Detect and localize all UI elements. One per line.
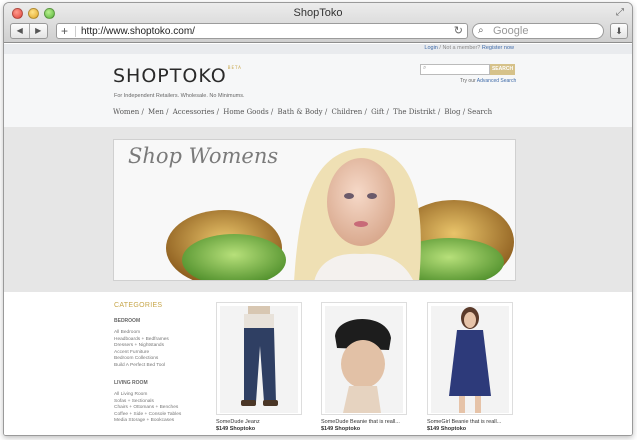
web-page: Login / Not a member? Register now SHOPT… bbox=[4, 44, 632, 435]
product-name[interactable]: SomeDude Beanie that is reall... bbox=[321, 419, 400, 425]
product-image[interactable] bbox=[325, 306, 403, 413]
categories-heading: CATEGORIES bbox=[114, 302, 163, 309]
category-link[interactable]: Chairs + Ottomans + Benches bbox=[114, 405, 181, 412]
living-room-list: All Living Room Sofas + Sectionals Chair… bbox=[114, 392, 181, 425]
address-bar[interactable]: + http://www.shoptoko.com/ ↻ bbox=[56, 23, 468, 39]
window-title: ShopToko bbox=[293, 7, 343, 19]
site-search-input[interactable]: ⌕ bbox=[420, 64, 490, 75]
nav-item-distrikt[interactable]: The Distrikt / bbox=[393, 108, 440, 116]
address-separator bbox=[75, 26, 76, 37]
category-link[interactable]: Dressers + Nightstands bbox=[114, 343, 169, 350]
product-image[interactable] bbox=[220, 306, 298, 413]
nav-item-men[interactable]: Men / bbox=[148, 108, 168, 116]
advanced-search-prefix: Try our bbox=[460, 78, 476, 84]
nav-item-bath-body[interactable]: Bath & Body / bbox=[278, 108, 328, 116]
product-price: $149 Shoptoko bbox=[216, 426, 256, 432]
product-card[interactable] bbox=[427, 302, 513, 415]
product-card[interactable] bbox=[321, 302, 407, 415]
dress-model-illustration bbox=[449, 307, 491, 413]
main-navigation: Women / Men / Accessories / Home Goods /… bbox=[113, 108, 494, 116]
member-prompt: Not a member? bbox=[442, 45, 481, 51]
category-section-bedroom: BEDROOM bbox=[114, 318, 141, 324]
category-link[interactable]: All Living Room bbox=[114, 392, 181, 399]
fullscreen-icon[interactable]: ⤢ bbox=[616, 7, 624, 18]
category-section-living-room: LIVING ROOM bbox=[114, 380, 148, 386]
bedroom-list: All Bedroom Headboards + Bedframes Dress… bbox=[114, 330, 169, 370]
nav-item-gift[interactable]: Gift / bbox=[371, 108, 389, 116]
logo-beta-badge: BETA bbox=[227, 65, 242, 70]
browser-search-field[interactable]: ⌕ Google bbox=[472, 23, 604, 39]
titlebar: ShopToko ⤢ ◀ ▶ + http://www.shoptoko.com… bbox=[4, 3, 632, 43]
product-price: $149 Shoptoko bbox=[427, 426, 467, 432]
logo-shop: SHOP bbox=[113, 65, 170, 87]
hero-banner[interactable]: Shop Womens bbox=[113, 139, 516, 281]
nav-item-home-goods[interactable]: Home Goods / bbox=[223, 108, 273, 116]
hero-title: Shop Womens bbox=[128, 144, 279, 168]
category-link[interactable]: All Bedroom bbox=[114, 330, 169, 337]
account-separator: / bbox=[439, 45, 441, 51]
nav-item-women[interactable]: Women / bbox=[113, 108, 144, 116]
advanced-search-hint: Try our Advanced Search bbox=[460, 78, 516, 84]
downloads-button[interactable]: ⬇ bbox=[610, 23, 628, 39]
browser-window: ShopToko ⤢ ◀ ▶ + http://www.shoptoko.com… bbox=[3, 2, 633, 436]
account-links: Login / Not a member? Register now bbox=[424, 45, 514, 51]
hero-band: Shop Womens bbox=[4, 127, 632, 292]
category-link[interactable]: Bedroom Collections bbox=[114, 356, 169, 363]
site-search-icon: ⌕ bbox=[423, 65, 427, 71]
product-image[interactable] bbox=[431, 306, 509, 413]
catalog-section: CATEGORIES BEDROOM All Bedroom Headboard… bbox=[4, 292, 632, 435]
nav-item-accessories[interactable]: Accessories / bbox=[173, 108, 219, 116]
reload-icon[interactable]: ↻ bbox=[454, 24, 463, 38]
category-link[interactable]: Build A Perfect Bed Tool bbox=[114, 363, 169, 370]
product-card[interactable] bbox=[216, 302, 302, 415]
site-header: SHOPTOKOBETA For Independent Retailers. … bbox=[4, 54, 632, 127]
forward-button[interactable]: ▶ bbox=[30, 24, 48, 38]
product-name[interactable]: SomeGirl Beanie that is reall... bbox=[427, 419, 501, 425]
login-link[interactable]: Login bbox=[424, 45, 437, 51]
history-buttons: ◀ ▶ bbox=[10, 23, 48, 39]
register-link[interactable]: Register now bbox=[482, 45, 514, 51]
jeans-model-illustration bbox=[241, 306, 278, 406]
product-name[interactable]: SomeDude Jeanz bbox=[216, 419, 260, 425]
nav-item-blog-search[interactable]: Blog / Search bbox=[444, 108, 492, 116]
search-icon: ⌕ bbox=[478, 25, 484, 36]
back-button[interactable]: ◀ bbox=[11, 24, 30, 38]
search-placeholder: Google bbox=[493, 25, 529, 37]
product-price: $149 Shoptoko bbox=[321, 426, 361, 432]
nav-item-children[interactable]: Children / bbox=[331, 108, 366, 116]
add-bookmark-icon[interactable]: + bbox=[61, 24, 68, 38]
site-search-button[interactable]: SEARCH bbox=[490, 64, 515, 75]
site-tagline: For Independent Retailers. Wholesale. No… bbox=[114, 93, 245, 99]
category-link[interactable]: Media Storage + Bookcases bbox=[114, 418, 181, 425]
account-strip: Login / Not a member? Register now bbox=[4, 44, 632, 54]
logo-toko: TOKO bbox=[169, 65, 227, 87]
url-text[interactable]: http://www.shoptoko.com/ bbox=[81, 25, 195, 38]
advanced-search-link[interactable]: Advanced Search bbox=[477, 78, 516, 84]
beanie-model-illustration bbox=[335, 319, 391, 413]
site-logo[interactable]: SHOPTOKOBETA bbox=[113, 65, 242, 87]
